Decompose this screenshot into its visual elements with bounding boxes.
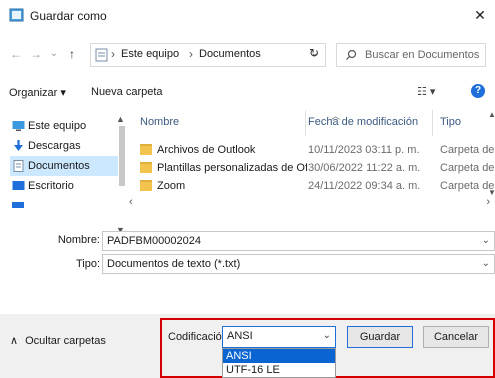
encoding-option-utf16le[interactable]: UTF-16 LE [223,363,335,377]
breadcrumb-este-equipo[interactable]: Este equipo [121,48,179,60]
file-name-value: PADFBM00002024 [107,235,201,247]
sidebar-scrollbar-thumb[interactable] [119,126,125,186]
file-type-value: Documentos de texto (*.txt) [107,258,241,270]
close-button[interactable]: ✕ [465,0,495,30]
encoding-option-ansi[interactable]: ANSI [223,349,335,363]
scroll-up-icon[interactable]: ▲ [488,110,495,119]
column-divider[interactable] [432,110,433,136]
navigation-bar: ← → ⌄ ↑ › Este equipo › Documentos ⌄ ↻ B… [0,42,495,68]
hide-folders-label: Ocultar carpetas [25,335,106,347]
file-name-label: Nombre: [57,234,100,246]
sidebar-item-este-equipo[interactable]: Este equipo [10,116,118,136]
cancel-button[interactable]: Cancelar [423,326,489,348]
title-bar: Guardar como ✕ [0,0,495,30]
encoding-dropdown-list: ANSI UTF-16 LE [222,348,336,378]
save-as-dialog: Guardar como ✕ ← → ⌄ ↑ › Este equipo › D… [0,0,495,378]
list-horizontal-scrollbar[interactable]: ‹ › [129,196,490,212]
file-name: Plantillas personalizadas de Office [157,162,307,174]
navigation-pane: Este equipo Descargas Documentos Escrito… [0,108,126,228]
encoding-value: ANSI [227,330,253,342]
chevron-down-icon[interactable]: ⌄ [323,330,331,341]
scroll-left-icon[interactable]: ‹ [129,196,133,208]
partially-visible-item-icon [12,202,24,208]
desktop-icon [12,181,25,190]
table-row[interactable]: Zoom 24/11/2022 09:34 a. m. Carpeta de [140,178,495,196]
file-name: Archivos de Outlook [157,144,256,156]
column-divider[interactable] [305,110,306,136]
back-arrow-icon[interactable]: ← [8,46,24,62]
up-arrow-icon[interactable]: ↑ [64,46,80,62]
save-form: Nombre: PADFBM00002024 ⌄ Tipo: Documento… [0,226,495,286]
address-bar[interactable]: › Este equipo › Documentos ⌄ [90,43,326,67]
file-type: Carpeta de [440,162,495,174]
sidebar-item-descargas[interactable]: Descargas [10,136,118,156]
download-icon [14,140,23,151]
sidebar-scroll-up-icon[interactable]: ▲ [116,114,125,124]
recent-dropdown-icon[interactable]: ⌄ [46,46,62,62]
breadcrumb-separator-icon: › [189,47,193,61]
save-button[interactable]: Guardar [347,326,413,348]
command-toolbar: Organizar ▾ Nueva carpeta ☷ ▾ ? [0,82,495,104]
file-name: Zoom [157,180,186,192]
pc-icon [12,121,25,131]
file-type: Carpeta de [440,144,495,156]
file-type-select[interactable]: Documentos de texto (*.txt) ⌄ [102,254,495,274]
dialog-footer: ∧ Ocultar carpetas Codificación: ANSI ⌄ … [0,314,495,378]
help-icon[interactable]: ? [471,84,485,98]
view-options-icon[interactable]: ☷ ▾ [417,85,435,98]
organize-menu[interactable]: Organizar ▾ [9,86,66,99]
file-date: 24/11/2022 09:34 a. m. [308,180,421,192]
file-type: Carpeta de [440,180,495,192]
search-input[interactable]: Buscar en Documentos [336,43,486,67]
chevron-down-icon[interactable]: ⌄ [482,235,490,246]
forward-arrow-icon[interactable]: → [28,46,44,62]
chevron-up-icon: ∧ [10,335,19,347]
file-date: 10/11/2023 03:11 p. m. [308,144,420,156]
sidebar-item-escritorio[interactable]: Escritorio [10,176,118,196]
file-name-input[interactable]: PADFBM00002024 ⌄ [102,231,495,251]
sidebar-item-label: Descargas [28,140,81,152]
notepad-icon [9,8,24,22]
sidebar-item-label: Documentos [28,160,90,172]
folder-icon [140,180,152,191]
column-header-tipo[interactable]: Tipo [440,116,461,128]
breadcrumb-documentos[interactable]: Documentos [199,48,261,60]
sidebar-item-label: Escritorio [28,180,74,192]
sidebar-item-label: Este equipo [28,120,87,132]
search-placeholder: Buscar en Documentos [365,49,480,61]
documents-icon [95,48,108,62]
sidebar-item-documentos[interactable]: Documentos [10,156,118,176]
new-folder-button[interactable]: Nueva carpeta [91,86,163,98]
column-header-fecha[interactable]: Fecha de modificación [308,116,418,128]
scroll-right-icon[interactable]: › [486,196,490,208]
file-date: 30/06/2022 11:22 a. m. [308,162,421,174]
encoding-select[interactable]: ANSI ⌄ [222,326,336,348]
refresh-icon[interactable]: ↻ [309,46,319,60]
file-type-label: Tipo: [75,258,100,270]
column-header-nombre[interactable]: Nombre [140,116,179,128]
search-icon [346,49,357,60]
table-row[interactable]: Plantillas personalizadas de Office 30/0… [140,160,495,178]
breadcrumb-separator-icon: › [111,47,115,61]
hide-folders-button[interactable]: ∧ Ocultar carpetas [10,334,106,347]
table-row[interactable]: Archivos de Outlook 10/11/2023 03:11 p. … [140,142,495,160]
folder-icon [140,144,152,155]
window-title: Guardar como [30,9,107,23]
documents-icon [13,160,24,172]
folder-icon [140,162,152,173]
chevron-down-icon[interactable]: ⌄ [482,258,490,269]
